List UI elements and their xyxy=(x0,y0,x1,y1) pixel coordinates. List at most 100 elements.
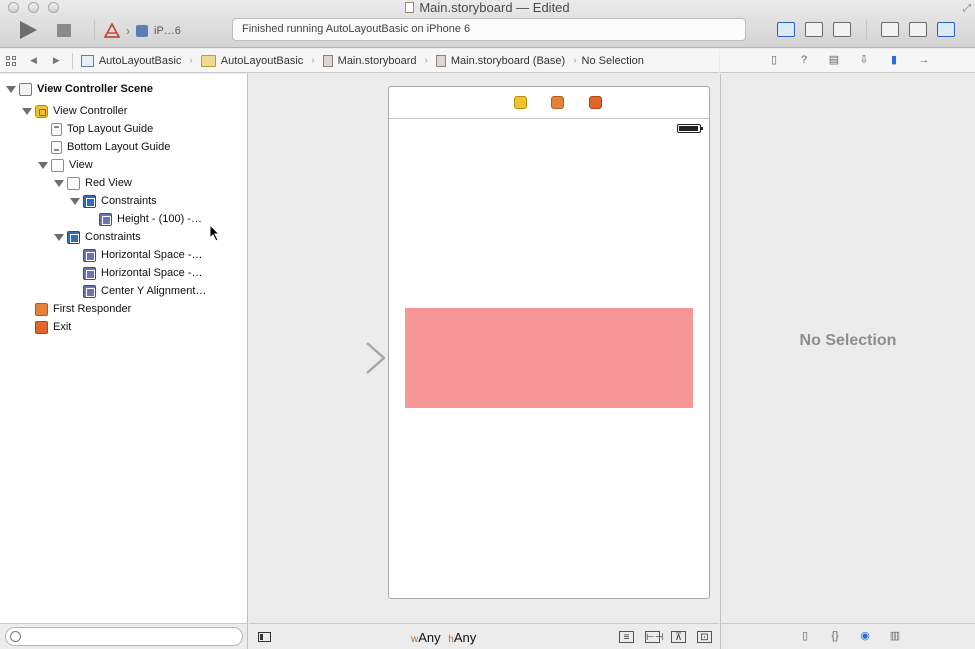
outline-filter-field[interactable] xyxy=(5,627,243,646)
view-controller-icon[interactable] xyxy=(514,96,527,109)
view-icon xyxy=(51,158,64,172)
breadcrumb-label: AutoLayoutBasic xyxy=(98,54,182,67)
identity-inspector-icon[interactable]: ▤ xyxy=(828,54,840,67)
outline-row-view-constraints[interactable]: Constraints xyxy=(54,228,141,246)
outline-row-label: Height - (100) -… xyxy=(117,213,202,225)
related-items-icon[interactable] xyxy=(6,55,16,66)
library-selector-bar: ▯ {} ◉ ▥ xyxy=(720,623,975,649)
resizing-behavior-icon[interactable]: ⊡ xyxy=(697,631,712,643)
outline-row-label: View Controller xyxy=(53,105,128,117)
code-snippet-library-icon[interactable]: {} xyxy=(829,630,841,643)
outline-row-view-controller[interactable]: View Controller xyxy=(22,102,127,120)
pin-icon[interactable]: ⊢⊣ xyxy=(645,631,663,643)
disclosure-triangle-icon[interactable] xyxy=(6,85,16,94)
connections-inspector-icon[interactable]: → xyxy=(918,54,930,67)
outline-row-horizontal-space-2[interactable]: Horizontal Space -… xyxy=(83,264,203,282)
activity-viewer: Finished running AutoLayoutBasic on iPho… xyxy=(232,18,746,41)
scheme-device-label: iP…6 xyxy=(154,25,181,37)
document-outline: View Controller Scene View Controller To… xyxy=(0,74,248,623)
top-layout-guide-icon xyxy=(51,122,62,136)
scheme-selector[interactable]: › iP…6 xyxy=(104,21,181,41)
activity-status-text: Finished running AutoLayoutBasic on iPho… xyxy=(242,23,471,35)
jump-bar: ◀ ▶ AutoLayoutBasic › AutoLayoutBasic › … xyxy=(0,49,719,73)
outline-row-bottom-layout-guide[interactable]: Bottom Layout Guide xyxy=(51,138,170,156)
inspector-selector-bar: ▯ ? ▤ ⇩ ▮ → xyxy=(720,49,975,73)
height-constraint-icon xyxy=(99,212,112,226)
toggle-debug-area-icon[interactable] xyxy=(909,22,927,37)
fullscreen-icon[interactable]: ⤢ xyxy=(963,3,971,14)
breadcrumb-group[interactable]: AutoLayoutBasic xyxy=(200,54,303,67)
disclosure-triangle-icon[interactable] xyxy=(54,179,64,188)
disclosure-triangle-icon[interactable] xyxy=(54,233,64,242)
standard-editor-icon[interactable] xyxy=(777,22,795,37)
outline-row-top-layout-guide[interactable]: Top Layout Guide xyxy=(51,120,153,138)
window-title-text: Main.storyboard — Edited xyxy=(419,0,570,15)
outline-filter-bar xyxy=(0,623,248,649)
exit-icon xyxy=(35,320,48,334)
resolve-issues-icon[interactable]: ⊼ xyxy=(671,631,686,643)
view-controller-scene[interactable] xyxy=(388,86,710,599)
toggle-utilities-icon[interactable] xyxy=(937,22,955,37)
breadcrumb-file[interactable]: Main.storyboard xyxy=(322,54,417,67)
no-selection-label: No Selection xyxy=(799,332,897,349)
view-icon xyxy=(67,176,80,190)
outline-row-red-view-constraints[interactable]: Constraints xyxy=(70,192,157,210)
outline-row-center-y-alignment[interactable]: Center Y Alignment… xyxy=(83,282,206,300)
horizontal-space-constraint-icon xyxy=(83,266,96,280)
outline-row-label: View Controller Scene xyxy=(37,83,153,95)
outline-row-scene[interactable]: View Controller Scene xyxy=(6,80,153,98)
quick-help-icon[interactable]: ? xyxy=(798,54,810,67)
outline-row-red-view[interactable]: Red View xyxy=(54,174,132,192)
assistant-editor-icon[interactable] xyxy=(805,22,823,37)
initial-view-controller-arrow-icon[interactable] xyxy=(299,342,385,376)
run-button[interactable] xyxy=(20,21,37,39)
toggle-navigator-icon[interactable] xyxy=(881,22,899,37)
chevron-right-icon: › xyxy=(573,55,577,66)
outline-row-label: Constraints xyxy=(85,231,141,243)
version-editor-icon[interactable] xyxy=(833,22,851,37)
canvas-bottom-bar: wAny hAny ≡ ⊢⊣ ⊼ ⊡ xyxy=(249,623,719,649)
align-icon[interactable]: ≡ xyxy=(619,631,634,643)
chevron-right-icon: › xyxy=(311,55,315,66)
storyboard-canvas[interactable] xyxy=(249,74,719,623)
disclosure-triangle-icon[interactable] xyxy=(22,107,32,116)
forward-arrow-icon[interactable]: ▶ xyxy=(53,55,60,66)
exit-icon[interactable] xyxy=(589,96,602,109)
breadcrumb-project[interactable]: AutoLayoutBasic xyxy=(80,54,182,67)
horizontal-space-constraint-icon xyxy=(83,248,96,262)
folder-icon xyxy=(200,54,216,67)
toolbar-divider xyxy=(94,20,95,40)
scheme-chevron-icon: › xyxy=(126,24,130,38)
media-library-icon[interactable]: ▥ xyxy=(889,630,901,643)
red-view[interactable] xyxy=(405,308,693,408)
back-arrow-icon[interactable]: ◀ xyxy=(30,55,37,66)
outline-row-height-constraint[interactable]: Height - (100) -… xyxy=(99,210,202,228)
file-template-library-icon[interactable]: ▯ xyxy=(799,630,811,643)
disclosure-triangle-icon[interactable] xyxy=(38,161,48,170)
storyboard-document-icon xyxy=(405,2,415,13)
object-library-icon[interactable]: ◉ xyxy=(859,630,871,643)
breadcrumb-selection[interactable]: No Selection xyxy=(582,55,644,67)
breadcrumb-label: No Selection xyxy=(581,54,644,67)
outline-row-exit[interactable]: Exit xyxy=(35,318,71,336)
show-outline-toggle-icon[interactable] xyxy=(258,632,271,642)
height-size-class: Any xyxy=(453,630,477,645)
file-inspector-icon[interactable]: ▯ xyxy=(768,54,780,67)
breadcrumb-localization[interactable]: Main.storyboard (Base) xyxy=(435,54,566,67)
constraints-icon xyxy=(67,230,80,244)
outline-row-view[interactable]: View xyxy=(38,156,93,174)
outline-row-label: Constraints xyxy=(101,195,157,207)
first-responder-icon[interactable] xyxy=(551,96,564,109)
toolbar-divider xyxy=(866,20,867,40)
project-icon xyxy=(80,54,94,67)
stop-button[interactable] xyxy=(57,24,71,37)
outline-row-first-responder[interactable]: First Responder xyxy=(35,300,131,318)
breadcrumb-label: Main.storyboard (Base) xyxy=(450,54,566,67)
size-inspector-icon[interactable]: ▮ xyxy=(888,54,900,67)
disclosure-triangle-icon[interactable] xyxy=(70,197,80,206)
mouse-cursor-icon xyxy=(209,224,221,242)
outline-row-horizontal-space-1[interactable]: Horizontal Space -… xyxy=(83,246,203,264)
outline-row-label: Center Y Alignment… xyxy=(101,285,207,297)
attributes-inspector-icon[interactable]: ⇩ xyxy=(858,54,870,67)
size-class-control[interactable]: wAny hAny xyxy=(411,630,476,645)
